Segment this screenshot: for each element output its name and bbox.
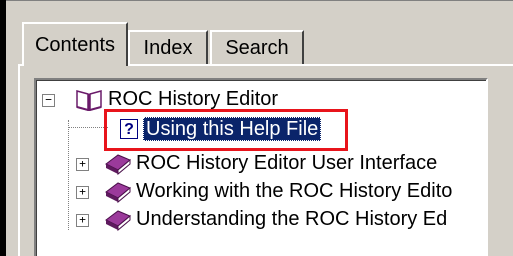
help-page-icon: ? [120,119,138,139]
tree-node-label: ROC History Editor User Interface [136,151,438,174]
closed-book-icon [105,154,131,176]
tree-node-label: Working with the ROC History Edito [136,179,453,202]
open-book-icon [76,90,102,111]
tree-node-understanding[interactable]: Understanding the ROC History Ed [102,206,447,232]
tree-node-working-with[interactable]: Working with the ROC History Edito [102,178,452,204]
tree-node-label: Using this Help File [143,117,322,141]
tab-search-label: Search [225,36,289,59]
tree-connector [68,120,69,230]
tree-connector [68,127,108,128]
closed-book-icon [105,182,131,204]
tab-index-label: Index [143,36,193,59]
tree-node-using-help-file[interactable]: ? Using this Help File [120,116,322,142]
expand-toggle[interactable]: + [76,158,89,171]
collapse-root-toggle[interactable]: − [42,94,55,107]
contents-tree[interactable]: − ROC History Editor ? Using this Help F… [34,78,488,256]
tab-contents[interactable]: Contents [22,22,128,66]
tree-node-root[interactable]: ROC History Editor [74,86,278,112]
expand-toggle[interactable]: + [76,186,89,199]
tab-index[interactable]: Index [128,30,208,64]
tree-node-user-interface[interactable]: ROC History Editor User Interface [102,150,437,176]
closed-book-icon [105,210,131,232]
tab-contents-label: Contents [34,33,116,56]
tree-node-label: ROC History Editor [108,87,279,110]
expand-toggle[interactable]: + [76,214,89,227]
tab-search[interactable]: Search [210,30,304,64]
tree-node-label: Understanding the ROC History Ed [136,207,448,230]
